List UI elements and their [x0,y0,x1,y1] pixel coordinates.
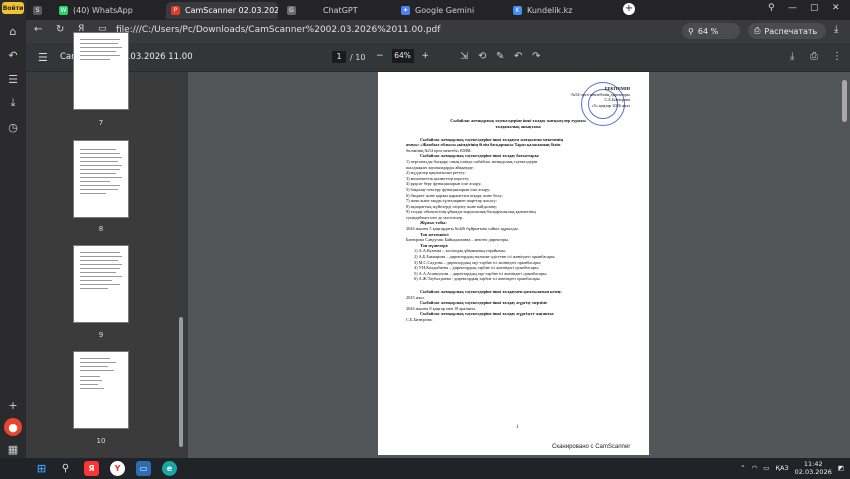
zoom-input[interactable]: 64% [391,49,414,63]
tab-whatsapp[interactable]: W (40) WhatsApp [54,2,172,19]
zoom-controls: − 64% + [376,49,429,63]
clock-time: 11:42 [803,460,823,468]
close-window-icon[interactable]: ✕ [832,3,840,13]
page-thumbnail[interactable] [73,351,129,429]
print-button[interactable]: ⎙ Распечатать [748,23,826,39]
chatgpt-icon: G [287,6,296,15]
new-tab-button[interactable]: + [623,3,635,15]
tab-bar: S W (40) WhatsApp P CamScanner 02.03.202… [26,0,850,20]
page-thumbnail[interactable] [73,140,129,218]
edge-icon[interactable]: e [162,461,177,476]
url-field[interactable]: file:///C:/Users/Pc/Downloads/CamScanner… [116,25,440,35]
gemini-icon: ✦ [401,6,410,15]
pdf-page: БЕКІТЕМІН №54 орта мектебінің директоры … [378,72,649,455]
battery-icon[interactable]: ▭ [763,464,769,472]
pdf-viewer: БЕКІТЕМІН №54 орта мектебінің директоры … [188,72,850,458]
thumbnail-number: 7 [98,119,104,127]
tab-label: (40) WhatsApp [73,6,133,15]
tab-kundelik[interactable]: K Kundelik.kz [508,2,618,19]
tab-chatgpt[interactable]: G ChatGPT [282,2,394,19]
address-bar: ← ↻ Я ▭ file:///C:/Users/Pc/Downloads/Ca… [26,20,850,42]
login-button[interactable]: Войти [2,2,24,14]
tab-label: ChatGPT [323,6,358,15]
taskbar: ⊞ ⚲ Я Y ▭ e ⌃ ◠ ▭ ҚАЗ 11:42 02.03.2026 ◩ [0,458,850,479]
yandex-browser-icon[interactable]: Y [110,461,125,476]
search-icon[interactable]: ⚲ [58,461,73,476]
notifications-icon[interactable]: ◩ [838,464,844,472]
clock-icon[interactable]: ◷ [4,118,22,136]
yandex-music-icon[interactable]: Я [84,461,99,476]
fit-page-icon[interactable]: ⇲ [460,51,468,62]
alice-icon[interactable]: ● [4,418,22,436]
maximize-icon[interactable]: ▢ [810,3,819,13]
print-label: Распечатать [764,26,818,36]
printer-icon: ⎙ [754,26,761,35]
pdf-icon: P [171,6,180,15]
page-total: / 10 [350,52,366,62]
download-icon[interactable]: ⤓ [834,24,838,35]
back-icon[interactable]: ↶ [4,46,22,64]
page-zoom-pill[interactable]: ⚲ 64 % [682,23,740,39]
whatsapp-icon: W [59,6,68,15]
screen: Войти ⌂ ↶ ☰ ⤓ ◷ + ● ▦ S W (40) WhatsApp … [0,0,850,479]
tab-camscanner[interactable]: P CamScanner 02.03.202 ✕ [166,2,278,19]
zoom-level: 64 % [697,26,719,36]
add-icon[interactable]: + [4,396,22,414]
tab-pinned[interactable]: S [28,2,46,19]
magnifier-icon: ⚲ [688,26,694,36]
back-arrow-icon[interactable]: ← [34,24,42,35]
zoom-out-button[interactable]: − [376,51,384,61]
kundelik-icon: K [513,6,522,15]
page-selector: 1 / 10 [332,51,365,63]
minimize-icon[interactable]: — [788,3,797,13]
sidebar-menu-icon[interactable]: ☰ [38,51,48,64]
tab-label: Kundelik.kz [527,6,573,15]
redo-icon[interactable]: ↷ [532,51,540,62]
page-thumbnail[interactable] [73,245,129,323]
download-icon[interactable]: ⤓ [790,51,794,62]
viewer-scrollbar[interactable] [842,80,847,122]
camscanner-footer: Сканировано с CamScanner [552,444,631,450]
tab-label: CamScanner 02.03.202 [185,6,278,15]
thumbnail-number: 9 [98,331,104,339]
thumbnail-panel: 7 8 9 10 [26,32,188,458]
undo-icon[interactable]: ↶ [514,51,522,62]
wifi-icon[interactable]: ◠ [752,464,758,472]
language-indicator[interactable]: ҚАЗ [775,464,788,472]
chevron-up-icon[interactable]: ⌃ [740,464,745,472]
tab-list-icon[interactable]: ⚲ [768,3,775,13]
rotate-icon[interactable]: ⟲ [478,51,486,62]
tab-gemini[interactable]: ✦ Google Gemini [396,2,506,19]
print-icon[interactable]: ⎙ [810,51,818,62]
browser-side-panel: Войти ⌂ ↶ ☰ ⤓ ◷ + ● ▦ [0,0,26,458]
apps-icon[interactable]: ▦ [4,440,22,458]
system-tray: ⌃ ◠ ▭ ҚАЗ 11:42 02.03.2026 ◩ [740,460,844,476]
history-icon[interactable]: ☰ [4,70,22,88]
home-icon[interactable]: ⌂ [4,22,22,40]
thumbnail-scrollbar[interactable] [179,317,183,447]
page-content: БЕКІТЕМІН №54 орта мектебінің директоры … [406,72,630,323]
draw-icon[interactable]: ✎ [496,51,504,62]
clock[interactable]: 11:42 02.03.2026 [795,460,832,476]
reload-icon[interactable]: ↻ [56,24,64,35]
pinned-tab-icon: S [33,6,42,15]
page-number-input[interactable]: 1 [332,51,346,63]
downloads-icon[interactable]: ⤓ [4,94,22,112]
thumbnail-number: 10 [96,437,106,445]
zoom-in-button[interactable]: + [422,51,430,61]
clock-date: 02.03.2026 [794,468,832,476]
page-thumbnail[interactable] [73,32,129,110]
page-number: 1 [516,425,519,430]
pdf-toolbar: ☰ CamScanner 02.03.2026 11.00 1 / 10 − 6… [26,43,850,72]
more-options-icon[interactable]: ⋮ [832,51,842,62]
responsible-value: С.Б.Битюрова. [406,316,433,322]
tab-label: Google Gemini [415,6,475,15]
start-icon[interactable]: ⊞ [34,461,49,476]
thumbnail-number: 8 [98,225,104,233]
file-explorer-icon[interactable]: ▭ [136,461,151,476]
